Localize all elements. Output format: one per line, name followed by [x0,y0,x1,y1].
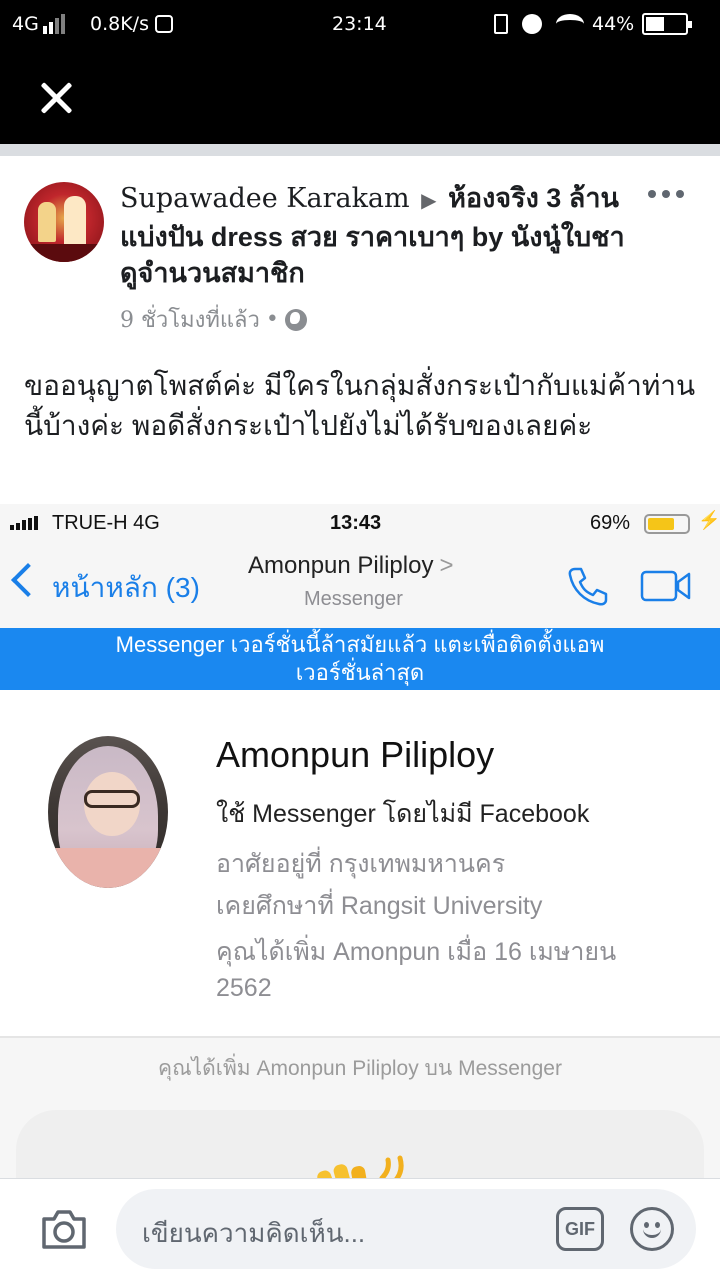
conversation-name-text: Amonpun Piliploy [248,552,434,579]
status-bar: 4G 0.8K/s 23:14 44% [0,0,720,52]
phone-icon [568,567,608,606]
charging-icon: ⚡ [698,510,720,530]
profile-photo [48,736,168,888]
ios-status-bar: TRUE-H 4G 13:43 69% ⚡ [0,504,720,544]
banner-line-2: เวอร์ชั่นล่าสุด [295,660,425,685]
camera-icon[interactable] [40,1207,88,1251]
profile-messenger-only: ใช้ Messenger โดยไม่มี Facebook [216,800,590,828]
update-banner: Messenger เวอร์ชั่นนี้ล้าสมัยแล้ว แตะเพื… [0,628,720,690]
comment-placeholder[interactable]: เขียนความคิดเห็น... [142,1213,365,1254]
wifi-icon [556,14,584,34]
conversation-subtitle: Messenger [304,588,403,610]
arrow-right-icon: ▶ [421,190,437,212]
photo-glasses [84,790,140,808]
ios-battery-percent: 69% [590,512,631,534]
globe-icon [284,308,307,331]
comment-composer: เขียนความคิดเห็น... GIF [0,1178,720,1280]
network-type: 4G [12,13,39,35]
conversation-name: Amonpun Piliploy > [248,552,453,580]
battery-fill [646,17,664,31]
ios-signal-icon [10,516,38,530]
chevron-right-icon: > [439,552,454,579]
author-name[interactable]: Supawadee Karakam [120,183,410,214]
avatar-figure-left [38,202,56,242]
photo-shirt [48,848,168,888]
emoji-icon[interactable] [630,1207,674,1251]
close-icon[interactable] [36,78,76,118]
messenger-nav: หน้าหลัก (3) Amonpun Piliploy > Messenger [0,544,720,628]
avatar-base [24,244,104,262]
network-indicator: 4G [12,13,65,35]
back-chevron-icon [11,563,45,597]
battery-percent: 44% [592,13,635,35]
group-avatar[interactable] [24,182,104,262]
post-image[interactable]: TRUE-H 4G 13:43 69% ⚡ หน้าหลัก (3) Amonp… [0,504,720,1180]
profile-added-date: คุณได้เพิ่ม Amonpun เมื่อ 16 เมษายน 2562 [216,938,617,1002]
ios-battery-icon [644,514,690,534]
alarm-icon [522,14,542,34]
profile-studied-at: เคยศึกษาที่ Rangsit University [216,892,543,920]
battery-icon [642,13,693,35]
added-note: คุณได้เพิ่ม Amonpun Piliploy บน Messenge… [158,1057,562,1080]
signal-icon [42,14,65,34]
more-icon[interactable] [648,184,688,204]
post-body: ขออนุญาตโพสต์ค่ะ มีใครในกลุ่มสั่งกระเป๋า… [24,370,696,441]
status-icons: 44% [494,13,693,35]
gif-icon[interactable]: GIF [556,1207,604,1251]
video-icon [640,570,691,602]
post-meta: 9 ชั่วโมงที่แล้ว • [120,302,307,337]
profile-lives-in: อาศัยอยู่ที่ กรุงเทพมหานคร [216,850,506,878]
top-bar [0,52,720,144]
vibrate-icon [494,14,508,34]
wave-icon [317,1155,404,1180]
avatar-figure-right [64,196,86,246]
meta-separator: • [265,307,279,332]
banner-line-1: Messenger เวอร์ชั่นนี้ล้าสมัยแล้ว แตะเพื… [115,632,605,657]
clock: 23:14 [332,13,387,35]
ios-time: 13:43 [330,512,382,534]
back-button: หน้าหลัก (3) [52,572,200,603]
post-time[interactable]: 9 ชั่วโมงที่แล้ว [120,302,260,337]
sync-icon [154,15,173,33]
post-header: Supawadee Karakam ▶ ห้องจริง 3 ล้าน แบ่ง… [120,180,640,291]
profile-name: Amonpun Piliploy [216,734,495,775]
ios-battery-fill [648,518,675,530]
speed-indicator: 0.8K/s [90,13,173,35]
profile-card: Amonpun Piliploy ใช้ Messenger โดยไม่มี … [0,690,720,1038]
ios-carrier: TRUE-H 4G [52,512,160,534]
network-speed: 0.8K/s [90,13,149,35]
divider [0,144,720,156]
